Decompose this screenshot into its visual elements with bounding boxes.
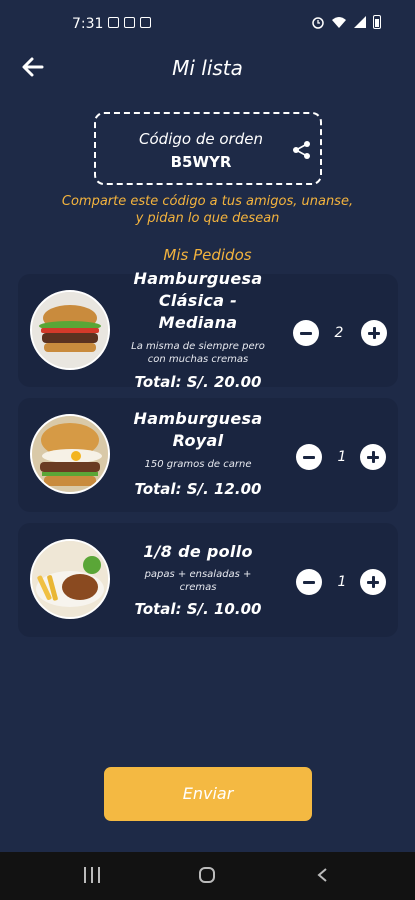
order-code-label: Código de orden	[139, 130, 263, 148]
order-code-box: Código de orden B5WYR	[94, 112, 322, 185]
decrease-quantity-button[interactable]	[296, 444, 322, 470]
section-title: Mis Pedidos	[163, 246, 252, 264]
mail-icon	[124, 17, 135, 28]
order-card: Hamburguesa Royal 150 gramos de carne To…	[18, 398, 398, 512]
increase-quantity-button[interactable]	[360, 569, 386, 595]
nav-back-icon[interactable]	[315, 867, 331, 883]
chicken-image	[30, 539, 110, 619]
status-bar: 7:31	[0, 0, 415, 46]
burger-image	[30, 290, 110, 370]
decrease-quantity-button[interactable]	[296, 569, 322, 595]
order-description: 150 gramos de carne	[144, 459, 252, 470]
signal-icon	[354, 16, 366, 28]
quantity-value: 2	[334, 325, 344, 341]
burger-royal-image	[30, 414, 110, 494]
order-name: Hamburguesa Clásica - Mediana	[133, 269, 263, 332]
quantity-value: 1	[337, 449, 347, 465]
notification-icons	[108, 17, 151, 28]
order-total: Total: S/. 20.00	[134, 373, 262, 391]
share-icon[interactable]	[292, 140, 312, 160]
home-icon[interactable]	[199, 867, 215, 883]
alarm-icon	[312, 17, 324, 29]
order-card: Hamburguesa Clásica - Mediana La misma d…	[18, 269, 398, 391]
wifi-icon	[332, 17, 346, 28]
order-description: papas + ensaladas + cremas	[144, 569, 252, 593]
increase-quantity-button[interactable]	[361, 320, 387, 346]
order-description: La misma de siempre pero con muchas crem…	[131, 341, 265, 365]
page-title: Mi lista	[172, 56, 243, 80]
status-time: 7:31	[72, 16, 104, 32]
gallery-icon	[108, 17, 119, 28]
order-name: 1/8 de pollo	[143, 542, 253, 561]
system-icons	[311, 15, 381, 29]
system-nav-bar	[0, 852, 415, 900]
decrease-quantity-button[interactable]	[293, 320, 319, 346]
order-total: Total: S/. 10.00	[134, 600, 262, 618]
quantity-value: 1	[337, 574, 347, 590]
app-icon	[140, 17, 151, 28]
order-code-value: B5WYR	[170, 153, 232, 171]
battery-icon	[373, 15, 381, 29]
order-card: 1/8 de pollo papas + ensaladas + cremas …	[18, 523, 398, 637]
order-name: Hamburguesa Royal	[133, 409, 263, 450]
send-button[interactable]: Enviar	[104, 767, 312, 821]
increase-quantity-button[interactable]	[360, 444, 386, 470]
share-message: Comparte este código a tus amigos, unans…	[61, 194, 354, 226]
order-total: Total: S/. 12.00	[134, 480, 262, 498]
recents-icon[interactable]	[84, 867, 100, 883]
